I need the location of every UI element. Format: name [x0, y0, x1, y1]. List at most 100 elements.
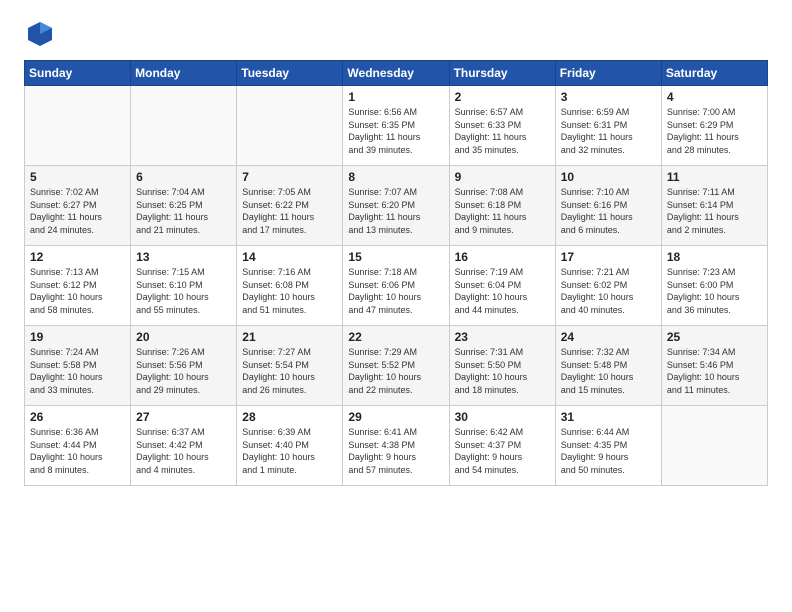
day-number: 21	[242, 330, 337, 344]
day-header-monday: Monday	[131, 61, 237, 86]
calendar-cell: 27 Sunrise: 6:37 AM Sunset: 4:42 PM Dayli…	[131, 406, 237, 486]
calendar-cell: 11Sunrise: 7:11 AM Sunset: 6:14 PM Dayli…	[661, 166, 767, 246]
day-number: 1	[348, 90, 443, 104]
calendar-cell	[661, 406, 767, 486]
day-info: Sunrise: 7:02 AM Sunset: 6:27 PM Dayligh…	[30, 186, 125, 236]
calendar-cell: 14 Sunrise: 7:16 AM Sunset: 6:08 PM Dayli…	[237, 246, 343, 326]
calendar-cell: 17 Sunrise: 7:21 AM Sunset: 6:02 PM Dayli…	[555, 246, 661, 326]
day-number: 5	[30, 170, 125, 184]
day-header-saturday: Saturday	[661, 61, 767, 86]
day-header-sunday: Sunday	[25, 61, 131, 86]
calendar-cell: 19 Sunrise: 7:24 AM Sunset: 5:58 PM Dayli…	[25, 326, 131, 406]
calendar-cell: 18 Sunrise: 7:23 AM Sunset: 6:00 PM Dayli…	[661, 246, 767, 326]
calendar-cell: 20 Sunrise: 7:26 AM Sunset: 5:56 PM Dayli…	[131, 326, 237, 406]
day-info: Sunrise: 6:57 AM Sunset: 6:33 PM Dayligh…	[455, 106, 550, 156]
day-info: Sunrise: 7:08 AM Sunset: 6:18 PM Dayligh…	[455, 186, 550, 236]
day-number: 3	[561, 90, 656, 104]
logo	[24, 20, 54, 48]
day-number: 10	[561, 170, 656, 184]
calendar-cell: 21 Sunrise: 7:27 AM Sunset: 5:54 PM Dayli…	[237, 326, 343, 406]
day-number: 24	[561, 330, 656, 344]
calendar-cell: 30 Sunrise: 6:42 AM Sunset: 4:37 PM Dayli…	[449, 406, 555, 486]
calendar-cell: 1 Sunrise: 6:56 AM Sunset: 6:35 PM Daylig…	[343, 86, 449, 166]
calendar-week-row: 19 Sunrise: 7:24 AM Sunset: 5:58 PM Dayli…	[25, 326, 768, 406]
day-number: 22	[348, 330, 443, 344]
day-info: Sunrise: 7:10 AM Sunset: 6:16 PM Dayligh…	[561, 186, 656, 236]
day-number: 25	[667, 330, 762, 344]
calendar-header-row: SundayMondayTuesdayWednesdayThursdayFrid…	[25, 61, 768, 86]
day-info: Sunrise: 7:21 AM Sunset: 6:02 PM Dayligh…	[561, 266, 656, 316]
calendar-cell: 15Sunrise: 7:18 AM Sunset: 6:06 PM Dayli…	[343, 246, 449, 326]
calendar-week-row: 26 Sunrise: 6:36 AM Sunset: 4:44 PM Dayli…	[25, 406, 768, 486]
calendar-cell: 26 Sunrise: 6:36 AM Sunset: 4:44 PM Dayli…	[25, 406, 131, 486]
day-info: Sunrise: 6:44 AM Sunset: 4:35 PM Dayligh…	[561, 426, 656, 476]
calendar-cell: 3 Sunrise: 6:59 AM Sunset: 6:31 PM Daylig…	[555, 86, 661, 166]
day-info: Sunrise: 7:23 AM Sunset: 6:00 PM Dayligh…	[667, 266, 762, 316]
day-number: 16	[455, 250, 550, 264]
calendar-cell	[237, 86, 343, 166]
day-info: Sunrise: 6:56 AM Sunset: 6:35 PM Dayligh…	[348, 106, 443, 156]
calendar-cell: 7Sunrise: 7:05 AM Sunset: 6:22 PM Daylig…	[237, 166, 343, 246]
day-info: Sunrise: 7:26 AM Sunset: 5:56 PM Dayligh…	[136, 346, 231, 396]
day-number: 26	[30, 410, 125, 424]
day-info: Sunrise: 6:59 AM Sunset: 6:31 PM Dayligh…	[561, 106, 656, 156]
day-info: Sunrise: 6:42 AM Sunset: 4:37 PM Dayligh…	[455, 426, 550, 476]
calendar-cell: 12Sunrise: 7:13 AM Sunset: 6:12 PM Dayli…	[25, 246, 131, 326]
day-number: 4	[667, 90, 762, 104]
day-info: Sunrise: 7:07 AM Sunset: 6:20 PM Dayligh…	[348, 186, 443, 236]
calendar-cell: 2 Sunrise: 6:57 AM Sunset: 6:33 PM Daylig…	[449, 86, 555, 166]
calendar-cell: 13Sunrise: 7:15 AM Sunset: 6:10 PM Dayli…	[131, 246, 237, 326]
day-number: 28	[242, 410, 337, 424]
calendar-cell: 4Sunrise: 7:00 AM Sunset: 6:29 PM Daylig…	[661, 86, 767, 166]
day-number: 13	[136, 250, 231, 264]
day-number: 8	[348, 170, 443, 184]
calendar-table: SundayMondayTuesdayWednesdayThursdayFrid…	[24, 60, 768, 486]
day-header-friday: Friday	[555, 61, 661, 86]
day-number: 9	[455, 170, 550, 184]
calendar-cell: 25 Sunrise: 7:34 AM Sunset: 5:46 PM Dayli…	[661, 326, 767, 406]
logo-icon	[26, 20, 54, 48]
day-number: 27	[136, 410, 231, 424]
calendar-week-row: 1 Sunrise: 6:56 AM Sunset: 6:35 PM Daylig…	[25, 86, 768, 166]
calendar-cell: 8 Sunrise: 7:07 AM Sunset: 6:20 PM Daylig…	[343, 166, 449, 246]
calendar-week-row: 5 Sunrise: 7:02 AM Sunset: 6:27 PM Daylig…	[25, 166, 768, 246]
day-number: 7	[242, 170, 337, 184]
day-info: Sunrise: 7:34 AM Sunset: 5:46 PM Dayligh…	[667, 346, 762, 396]
calendar-cell: 31 Sunrise: 6:44 AM Sunset: 4:35 PM Dayli…	[555, 406, 661, 486]
calendar-week-row: 12Sunrise: 7:13 AM Sunset: 6:12 PM Dayli…	[25, 246, 768, 326]
day-info: Sunrise: 7:16 AM Sunset: 6:08 PM Dayligh…	[242, 266, 337, 316]
day-header-wednesday: Wednesday	[343, 61, 449, 86]
day-info: Sunrise: 7:29 AM Sunset: 5:52 PM Dayligh…	[348, 346, 443, 396]
day-number: 30	[455, 410, 550, 424]
day-number: 23	[455, 330, 550, 344]
day-number: 19	[30, 330, 125, 344]
day-info: Sunrise: 6:37 AM Sunset: 4:42 PM Dayligh…	[136, 426, 231, 476]
calendar-cell	[25, 86, 131, 166]
calendar-cell: 5 Sunrise: 7:02 AM Sunset: 6:27 PM Daylig…	[25, 166, 131, 246]
calendar-cell: 9 Sunrise: 7:08 AM Sunset: 6:18 PM Daylig…	[449, 166, 555, 246]
day-info: Sunrise: 6:39 AM Sunset: 4:40 PM Dayligh…	[242, 426, 337, 476]
day-number: 31	[561, 410, 656, 424]
day-info: Sunrise: 7:24 AM Sunset: 5:58 PM Dayligh…	[30, 346, 125, 396]
day-number: 20	[136, 330, 231, 344]
day-info: Sunrise: 7:18 AM Sunset: 6:06 PM Dayligh…	[348, 266, 443, 316]
day-info: Sunrise: 7:27 AM Sunset: 5:54 PM Dayligh…	[242, 346, 337, 396]
day-number: 2	[455, 90, 550, 104]
calendar-cell: 22 Sunrise: 7:29 AM Sunset: 5:52 PM Dayli…	[343, 326, 449, 406]
day-number: 17	[561, 250, 656, 264]
day-number: 14	[242, 250, 337, 264]
day-info: Sunrise: 7:19 AM Sunset: 6:04 PM Dayligh…	[455, 266, 550, 316]
calendar-cell: 28 Sunrise: 6:39 AM Sunset: 4:40 PM Dayli…	[237, 406, 343, 486]
calendar-cell: 16 Sunrise: 7:19 AM Sunset: 6:04 PM Dayli…	[449, 246, 555, 326]
page-container: SundayMondayTuesdayWednesdayThursdayFrid…	[0, 0, 792, 496]
day-header-thursday: Thursday	[449, 61, 555, 86]
day-header-tuesday: Tuesday	[237, 61, 343, 86]
day-info: Sunrise: 7:31 AM Sunset: 5:50 PM Dayligh…	[455, 346, 550, 396]
day-number: 6	[136, 170, 231, 184]
day-number: 12	[30, 250, 125, 264]
day-number: 29	[348, 410, 443, 424]
day-info: Sunrise: 6:41 AM Sunset: 4:38 PM Dayligh…	[348, 426, 443, 476]
calendar-cell	[131, 86, 237, 166]
day-number: 18	[667, 250, 762, 264]
day-info: Sunrise: 6:36 AM Sunset: 4:44 PM Dayligh…	[30, 426, 125, 476]
